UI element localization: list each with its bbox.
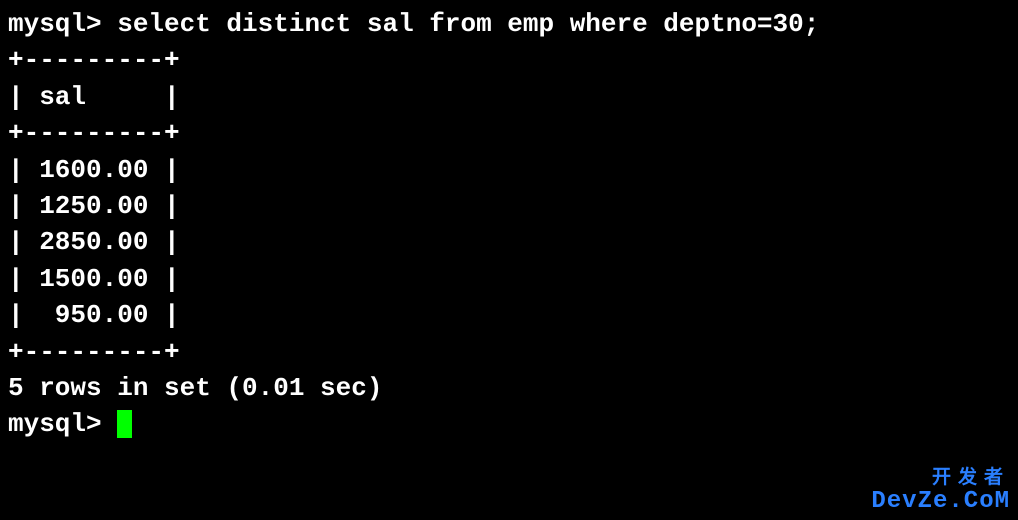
mysql-prompt: mysql>: [8, 409, 117, 439]
prompt-line[interactable]: mysql>: [8, 406, 1010, 442]
watermark-bottom: DevZe.CoM: [871, 489, 1010, 514]
table-row: | 950.00 |: [8, 297, 1010, 333]
table-header: | sal |: [8, 79, 1010, 115]
watermark-top: 开发者: [871, 469, 1010, 489]
query-line: mysql> select distinct sal from emp wher…: [8, 6, 1010, 42]
cursor-icon: [117, 410, 132, 438]
table-row: | 1500.00 |: [8, 261, 1010, 297]
mysql-prompt: mysql>: [8, 9, 117, 39]
table-border-top: +---------+: [8, 42, 1010, 78]
watermark: 开发者 DevZe.CoM: [871, 469, 1010, 514]
table-row: | 1600.00 |: [8, 152, 1010, 188]
table-row: | 1250.00 |: [8, 188, 1010, 224]
table-border-mid: +---------+: [8, 115, 1010, 151]
sql-query: select distinct sal from emp where deptn…: [117, 9, 819, 39]
table-border-bottom: +---------+: [8, 334, 1010, 370]
table-row: | 2850.00 |: [8, 224, 1010, 260]
result-summary: 5 rows in set (0.01 sec): [8, 370, 1010, 406]
